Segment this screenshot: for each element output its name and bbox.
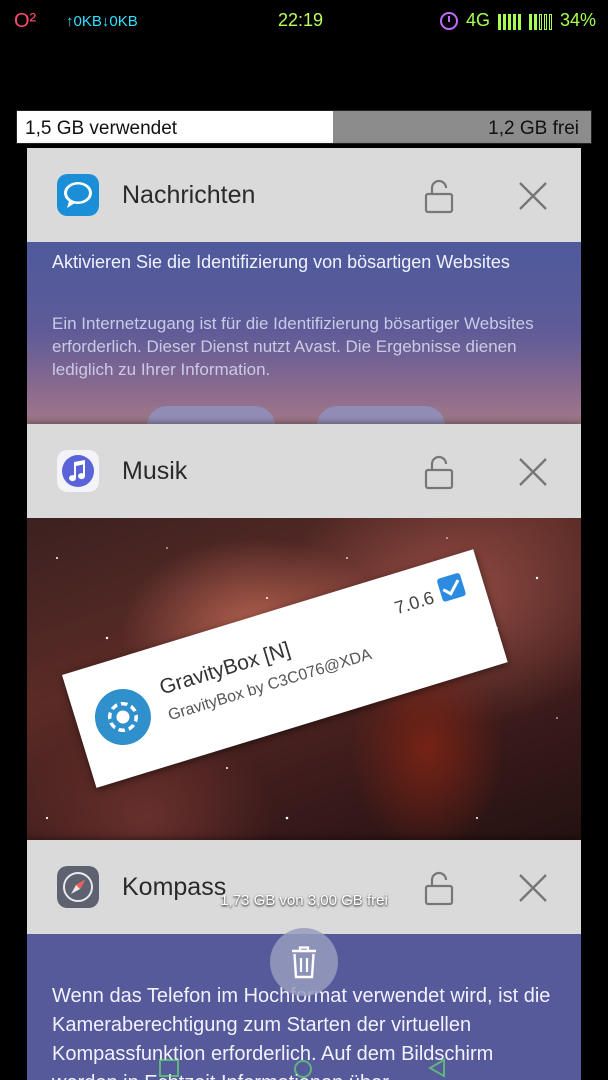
clock: 22:19 [278,10,324,30]
network-type: 4G [465,10,490,30]
nav-back-icon [427,1058,445,1078]
status-indicators: 4G 34% [439,10,596,31]
task-card-nachrichten[interactable]: Nachrichten Aktivieren Sie die Identifiz… [27,148,581,438]
module-version: 7.0.6 [392,587,437,619]
card-preview: Aktivieren Sie die Identifizierung von b… [27,242,581,438]
module-enabled-checkbox[interactable] [436,572,467,603]
close-icon[interactable] [517,180,549,212]
messages-icon [57,174,99,216]
carrier-label: O² [14,10,37,32]
trash-icon [292,946,316,979]
status-bar: O² ↑0KB↓0KB 22:19 4G 34% [0,0,608,44]
battery-percent: 34% [559,10,596,30]
signal-2-icon [528,12,552,30]
unlock-icon[interactable] [423,178,455,214]
nav-home-icon [294,1060,312,1078]
app-name: Musik [122,457,188,485]
clear-all-button[interactable] [270,928,338,996]
close-icon[interactable] [517,456,549,488]
card-header: Nachrichten [27,148,581,242]
network-speed: ↑0KB↓0KB [66,13,138,30]
memory-bar: 1,5 GB verwendet 1,2 GB frei [16,110,592,144]
card-header: Musik [27,424,581,518]
preview-title: Aktivieren Sie die Identifizierung von b… [52,252,510,272]
app-name: Nachrichten [122,181,256,209]
free-memory-label: 1,73 GB von 3,00 GB frei [220,892,388,909]
memory-used: 1,5 GB verwendet [17,111,333,143]
memory-free: 1,2 GB frei [332,111,591,143]
nav-recents-icon [159,1059,179,1077]
unlock-icon[interactable] [423,454,455,490]
signal-icon [497,12,521,30]
alarm-icon [439,11,458,30]
preview-text: Ein Internetzugang ist für die Identifiz… [52,314,534,379]
card-header: Kompass [27,840,581,934]
music-icon [57,450,99,492]
